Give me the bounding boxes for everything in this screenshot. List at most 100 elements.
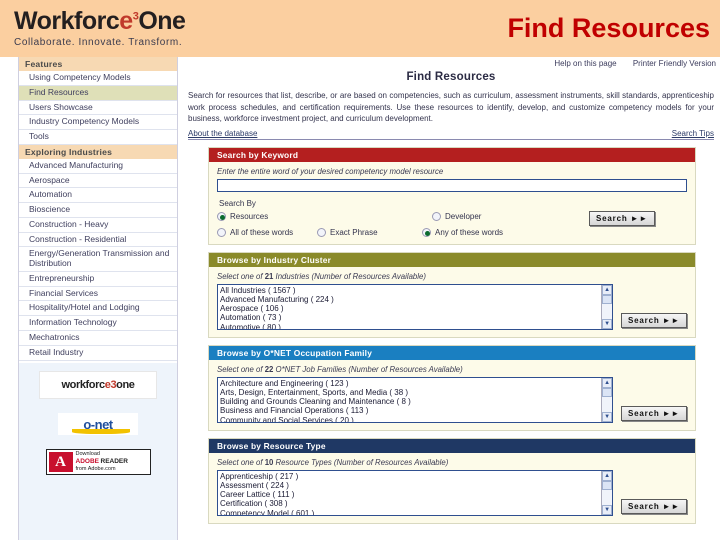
search-tips-link[interactable]: Search Tips [672,129,714,138]
scroll-down-icon[interactable]: ▼ [602,504,613,515]
sidebar-item-advanced-manufacturing[interactable]: Advanced Manufacturing [19,159,177,174]
sidebar-item-construction-heavy[interactable]: Construction - Heavy [19,218,177,233]
restype-instruction: Select one of 10 Resource Types (Number … [217,458,687,467]
utility-links: Help on this page Printer Friendly Versi… [182,57,720,68]
radio-label-all-words: All of these words [230,227,294,237]
restype-scrollbar[interactable]: ▲ ▼ [601,470,613,515]
scroll-up-icon[interactable]: ▲ [602,470,613,481]
list-item[interactable]: Apprenticeship ( 217 ) [220,472,601,481]
help-link[interactable]: Help on this page [554,59,616,68]
industry-search-button[interactable]: Search ►► [621,312,687,328]
adobe-line3: from Adobe.com [75,466,116,473]
restype-select-row: Apprenticeship ( 217 ) Assessment ( 224 … [217,469,687,516]
sidebar-item-find-resources[interactable]: Find Resources [19,85,177,101]
industry-scrollbar[interactable]: ▲ ▼ [601,284,613,329]
logo-suffix: One [138,7,186,35]
onet-options[interactable]: Architecture and Engineering ( 123 ) Art… [218,378,601,422]
scroll-up-icon[interactable]: ▲ [602,377,613,388]
wf-logo-suffix: one [116,379,135,391]
list-item[interactable]: Aerospace ( 106 ) [220,304,601,313]
adobe-line1: Download [75,451,100,458]
sidebar-item-hospitality-hotel-and-lodging[interactable]: Hospitality/Hotel and Lodging [19,301,177,317]
restype-listbox[interactable]: Apprenticeship ( 217 ) Assessment ( 224 … [217,469,614,516]
workforce3one-logo[interactable]: workforc e 3 one [39,371,157,399]
radio-icon-developer[interactable] [432,211,441,221]
sidebar-item-entrepreneurship[interactable]: Entrepreneurship [19,272,177,287]
sidebar-item-using-competency-models[interactable]: Using Competency Models [19,71,177,86]
radio-option-any-words[interactable]: Any of these words [422,227,503,237]
sidebar-item-mechatronics[interactable]: Mechatronics [19,331,177,346]
list-item[interactable]: Community and Social Services ( 20 ) [220,416,601,422]
sidebar-item-energy-generation-transmission-and-distribution[interactable]: Energy/Generation Transmission and Distr… [19,247,177,272]
panel-header-keyword: Search by Keyword [209,147,695,162]
radio-icon-all-words[interactable] [217,227,226,237]
scrollbar-thumb[interactable] [602,480,613,490]
content-sub-links: About the database Search Tips [188,129,714,140]
scroll-up-icon[interactable]: ▲ [602,284,613,295]
panel-browse-industry-cluster: Browse by Industry Cluster Select one of… [208,251,696,338]
list-item[interactable]: All Industries ( 1567 ) [220,286,601,295]
radio-option-all-words[interactable]: All of these words [217,227,317,237]
onet-swoosh-icon [72,429,130,434]
radio-option-resources[interactable]: Resources [217,211,432,221]
onet-instr-pre: Select one of [217,364,265,374]
sidebar-item-users-showcase[interactable]: Users Showcase [19,101,177,116]
sidebar-item-financial-services[interactable]: Financial Services [19,287,177,302]
content-heading: Find Resources [406,71,496,83]
search-by-row-2: All of these words Exact Phrase Any of t… [217,227,687,237]
onet-listbox[interactable]: Architecture and Engineering ( 123 ) Art… [217,376,614,423]
sidebar-item-information-technology[interactable]: Information Technology [19,316,177,332]
sidebar-item-tools[interactable]: Tools [19,130,177,145]
scrollbar-thumb[interactable] [602,387,613,397]
list-item[interactable]: Automation ( 73 ) [220,313,601,322]
sidebar-item-automation[interactable]: Automation [19,188,177,204]
sidebar-item-bioscience[interactable]: Bioscience [19,203,177,218]
panel-body-restype: Select one of 10 Resource Types (Number … [209,452,695,523]
list-item[interactable]: Building and Grounds Cleaning and Mainte… [220,397,601,406]
list-item[interactable]: Certification ( 308 ) [220,499,601,508]
adobe-reader-download-logo[interactable]: A Download ADOBE READER from Adobe.com [45,449,151,475]
onet-instruction: Select one of 22 O*NET Job Families (Num… [217,365,687,374]
about-database-link[interactable]: About the database [188,129,257,138]
sidebar-section-header: Exploring Industries [19,144,177,159]
scroll-down-icon[interactable]: ▼ [602,411,613,422]
keyword-instruction: Enter the entire word of your desired co… [217,166,444,176]
printer-friendly-link[interactable]: Printer Friendly Version [633,59,716,68]
site-logo[interactable]: Workforce3One Collaborate. Innovate. Tra… [0,7,186,49]
scroll-down-icon[interactable]: ▼ [602,318,613,329]
panel-header-industry: Browse by Industry Cluster [209,252,695,267]
radio-option-exact-phrase[interactable]: Exact Phrase [317,227,422,237]
list-item[interactable]: Automotive ( 80 ) [220,323,601,329]
list-item[interactable]: Architecture and Engineering ( 123 ) [220,379,601,388]
restype-search-button[interactable]: Search ►► [621,498,687,514]
onet-scrollbar[interactable]: ▲ ▼ [601,377,613,422]
keyword-search-input[interactable] [217,178,687,192]
sidebar-item-aerospace[interactable]: Aerospace [19,174,177,189]
panel-header-onet: Browse by O*NET Occupation Family [209,345,695,360]
radio-icon-exact-phrase[interactable] [317,227,326,237]
industry-listbox[interactable]: All Industries ( 1567 ) Advanced Manufac… [217,283,614,330]
onet-search-button[interactable]: Search ►► [621,405,687,421]
industry-options[interactable]: All Industries ( 1567 ) Advanced Manufac… [218,285,601,329]
list-item[interactable]: Business and Financial Operations ( 113 … [220,406,601,415]
radio-icon-resources[interactable] [217,211,226,221]
radio-option-developer[interactable]: Developer [432,211,481,221]
logo-e-glyph: e [119,7,133,35]
industry-instr-post: Industries (Number of Resources Availabl… [273,271,426,281]
sidebar-item-construction-residential[interactable]: Construction - Residential [19,233,177,248]
keyword-search-button[interactable]: Search ►► [589,210,655,226]
list-item[interactable]: Competency Model ( 601 ) [220,509,601,515]
page-title: Find Resources [507,13,710,43]
list-item[interactable]: Assessment ( 224 ) [220,481,601,490]
list-item[interactable]: Career Lattice ( 111 ) [220,490,601,499]
radio-icon-any-words[interactable] [422,227,431,237]
list-item[interactable]: Advanced Manufacturing ( 224 ) [220,295,601,304]
sidebar-item-industry-competency-models[interactable]: Industry Competency Models [19,115,177,131]
restype-options[interactable]: Apprenticeship ( 217 ) Assessment ( 224 … [218,471,601,515]
scrollbar-thumb[interactable] [602,294,613,304]
onet-instr-post: O*NET Job Families (Number of Resources … [273,364,463,374]
onet-online-logo[interactable]: o-net [58,413,138,435]
sidebar-item-retail-industry[interactable]: Retail Industry [19,346,177,361]
list-item[interactable]: Arts, Design, Entertainment, Sports, and… [220,388,601,397]
site-banner: Workforce3One Collaborate. Innovate. Tra… [0,0,720,57]
